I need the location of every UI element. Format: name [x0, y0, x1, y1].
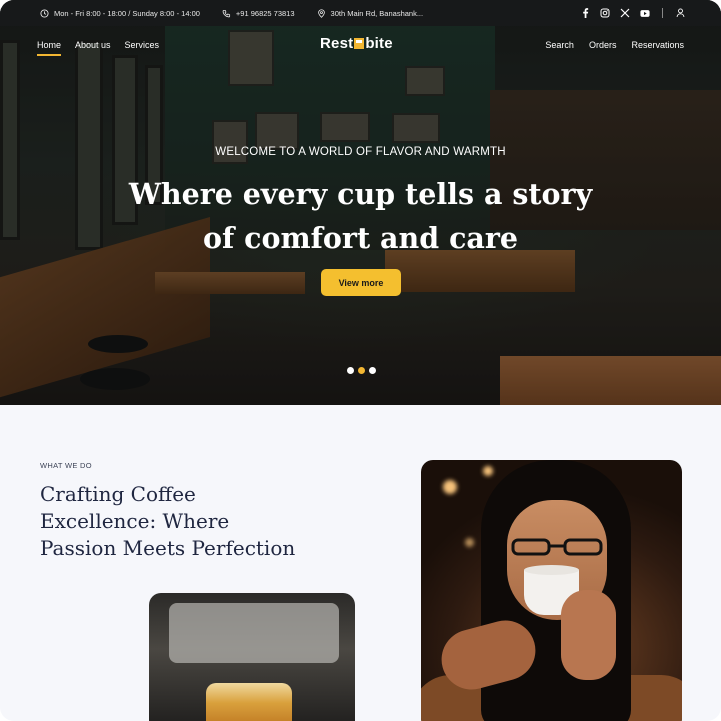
section-title: Crafting Coffee Excellence: Where Passio… — [40, 481, 340, 562]
hero-banner: Mon - Fri 8:00 - 18:00 / Sunday 8:00 - 1… — [0, 0, 721, 405]
woman-drinking-coffee-photo — [421, 460, 682, 721]
nav-home-link[interactable]: Home — [37, 40, 62, 56]
logo-cup-icon — [354, 38, 365, 49]
hero-eyebrow: WELCOME TO A WORLD OF FLAVOR AND WARMTH — [215, 146, 506, 158]
phone-icon — [222, 9, 231, 18]
location-icon — [317, 8, 326, 18]
photo-hand — [561, 590, 616, 680]
phone-number[interactable]: +91 96825 73813 — [236, 9, 295, 18]
nav-orders-link[interactable]: Orders — [589, 40, 617, 52]
carousel-dot-active[interactable] — [358, 367, 365, 374]
photo-glasses — [511, 538, 603, 556]
page: Mon - Fri 8:00 - 18:00 / Sunday 8:00 - 1… — [0, 0, 721, 721]
main-nav: Home About us Services Rest bite Search O… — [0, 26, 721, 66]
bokeh-light — [483, 466, 493, 476]
carousel-dots — [347, 367, 380, 374]
carousel-dot[interactable] — [347, 367, 354, 374]
carousel-dot[interactable] — [369, 367, 376, 374]
instagram-icon[interactable] — [600, 8, 610, 18]
clock-icon — [40, 8, 49, 18]
bokeh-light — [465, 538, 474, 547]
section-title-line-1: Crafting Coffee — [40, 482, 196, 506]
coffee-photo — [149, 593, 355, 721]
coffee-machine-shape — [169, 603, 339, 663]
opening-hours-text: Mon - Fri 8:00 - 18:00 / Sunday 8:00 - 1… — [54, 8, 200, 18]
hero-headline-line-1: Where every cup tells a story — [128, 177, 593, 211]
section-title-line-3: Passion Meets Perfection — [40, 536, 296, 560]
nav-search-link[interactable]: Search — [545, 40, 574, 52]
nav-right: Search Orders Reservations — [530, 40, 684, 52]
hero-headline-line-2: of comfort and care — [202, 221, 519, 255]
facebook-icon[interactable] — [580, 8, 590, 18]
phone-contact[interactable]: +91 96825 73813 — [222, 9, 295, 18]
section-title-line-2: Excellence: Where — [40, 509, 230, 533]
logo-text-left: Rest — [320, 35, 354, 52]
opening-hours: Mon - Fri 8:00 - 18:00 / Sunday 8:00 - 1… — [40, 9, 200, 18]
section-eyebrow: WHAT WE DO — [40, 461, 92, 470]
address[interactable]: 30th Main Rd, Banashank... — [317, 8, 424, 18]
logo-text-right: bite — [365, 35, 393, 52]
what-we-do-section: WHAT WE DO Crafting Coffee Excellence: W… — [0, 405, 721, 721]
nav-about-link[interactable]: About us — [75, 40, 111, 52]
coffee-glass-shape — [206, 683, 292, 721]
nav-left: Home About us Services — [37, 40, 173, 56]
hero-headline: Where every cup tells a story of comfort… — [0, 172, 721, 260]
x-icon[interactable] — [620, 8, 630, 18]
restbite-logo[interactable]: Rest bite — [320, 35, 393, 52]
nav-services-link[interactable]: Services — [125, 40, 160, 52]
address-text[interactable]: 30th Main Rd, Banashank... — [331, 9, 424, 18]
social-links — [570, 8, 685, 18]
user-icon[interactable] — [675, 8, 685, 18]
hero-text: WELCOME TO A WORLD OF FLAVOR AND WARMTH … — [0, 146, 721, 260]
youtube-icon[interactable] — [640, 8, 650, 18]
topbar-divider — [662, 8, 663, 18]
nav-reservations-link[interactable]: Reservations — [631, 40, 684, 52]
view-more-button[interactable]: View more — [321, 269, 401, 296]
top-info-bar: Mon - Fri 8:00 - 18:00 / Sunday 8:00 - 1… — [0, 0, 721, 26]
bokeh-light — [443, 480, 457, 494]
